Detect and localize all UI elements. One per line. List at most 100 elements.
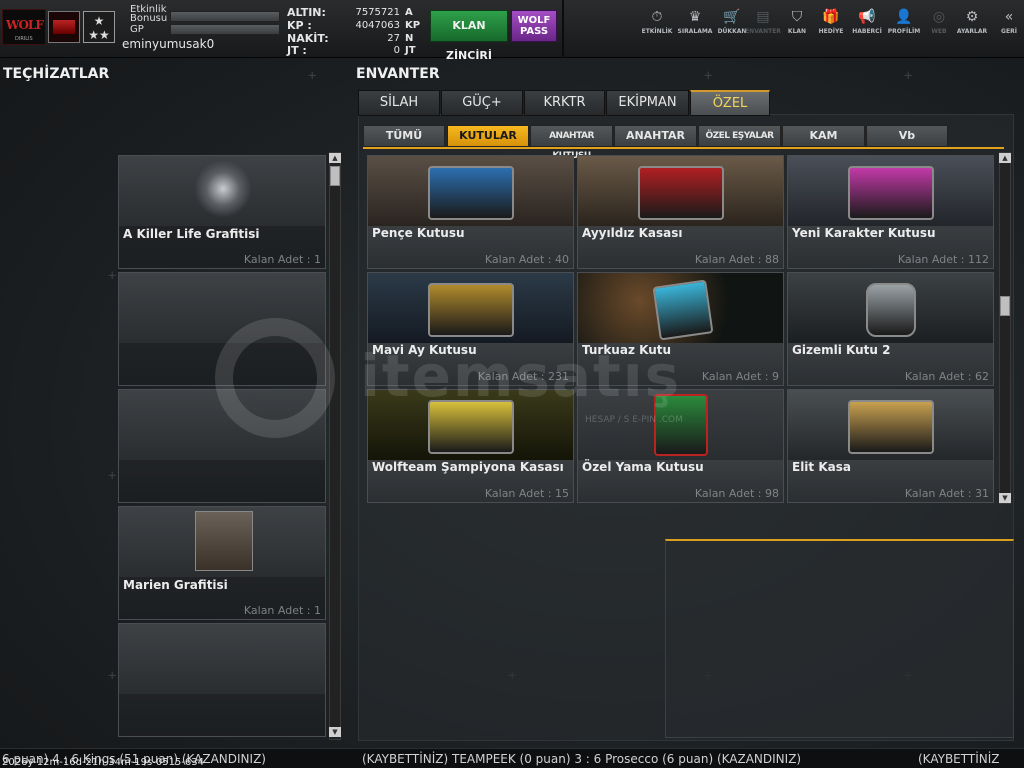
nav-inventory[interactable]: ▤ ENVANTER (744, 8, 782, 35)
nav-profile[interactable]: 👤 PROFİLİM (885, 8, 923, 35)
item-quantity: Kalan Adet : 9 (701, 370, 779, 383)
equipment-scroll-thumb[interactable] (330, 166, 340, 186)
item-name: Ayyıldız Kasası (582, 226, 683, 240)
subtab-2[interactable]: ANAHTAR KUTUSU (530, 125, 613, 161)
nav-label: KLAN (787, 28, 807, 35)
box-image (368, 156, 573, 226)
tab-0[interactable]: SİLAH (358, 90, 440, 116)
item-name: Özel Yama Kutusu (582, 460, 704, 474)
scroll-up-arrow[interactable]: ▲ (329, 153, 341, 163)
clan-chain-label: KLAN ZİNCİRİ (445, 19, 492, 62)
gp-label: GP (130, 24, 144, 35)
inventory-icon: ▤ (756, 9, 770, 25)
nav-label: ETKİNLİK (641, 28, 673, 35)
event-bonus-bar (170, 11, 280, 22)
item-name: Wolfteam Şampiyona Kasası (372, 460, 564, 474)
subtab-0[interactable]: TÜMÜ (363, 125, 445, 147)
equipment-name: Marien Grafitisi (123, 578, 228, 592)
watermark-text: itemsatış (360, 342, 682, 410)
watermark-logo (215, 318, 335, 438)
gear-icon: ⚙ (965, 9, 979, 25)
subtab-underline (363, 147, 1004, 149)
equipment-slot[interactable]: A Killer Life Grafitisi Kalan Adet : 1 (118, 155, 326, 269)
nav-label: GERİ (1001, 28, 1017, 35)
item-quantity: Kalan Adet : 15 (484, 487, 569, 500)
item-quantity: Kalan Adet : 40 (484, 253, 569, 266)
gold-value: 7575721 (355, 7, 400, 18)
subtab-3[interactable]: ANAHTAR (614, 125, 697, 147)
equipment-slot[interactable]: Marien Grafitisi Kalan Adet : 1 (118, 506, 326, 620)
box-image (788, 273, 993, 343)
nav-label: AYARLAR (956, 28, 988, 35)
profile-icon: 👤 (895, 9, 913, 25)
box-image (578, 156, 783, 226)
box-shape (638, 166, 724, 220)
box-shape (652, 279, 714, 341)
nav-gear[interactable]: ⚙ AYARLAR (953, 8, 991, 35)
plus-mark: + (704, 68, 713, 84)
inventory-item-card[interactable]: Ayyıldız Kasası Kalan Adet : 88 (577, 155, 784, 269)
inventory-item-card[interactable]: Pençe Kutusu Kalan Adet : 40 (367, 155, 574, 269)
box-image (788, 390, 993, 460)
jt-value: 0 (393, 45, 400, 56)
nav-label: SIRALAMA (677, 28, 713, 35)
inventory-scroll-thumb[interactable] (1000, 296, 1010, 316)
tab-4[interactable]: ÖZEL (690, 90, 770, 116)
tab-1[interactable]: GÜÇ+ (441, 90, 523, 116)
nav-label: ENVANTER (745, 28, 781, 35)
stars-rank-icon: ★ ★★ (83, 11, 115, 43)
scroll-down-arrow[interactable]: ▼ (329, 727, 341, 737)
box-shape (848, 400, 934, 454)
logo-text: WOLF (6, 18, 44, 32)
clan-emblem[interactable] (48, 11, 80, 43)
subtab-1[interactable]: KUTULAR (447, 125, 529, 147)
kp-label: KP : (287, 19, 312, 32)
ticker-segment: (KAYBETTİNİZ (918, 752, 1000, 766)
subtab-4[interactable]: ÖZEL EŞYALAR (698, 125, 781, 147)
gold-label: ALTIN: (287, 6, 326, 19)
subtab-6[interactable]: Vb (866, 125, 948, 147)
wolf-pass-button[interactable]: WOLF PASS (511, 10, 557, 42)
wolf-pass-label: WOLF PASS (517, 15, 551, 37)
inventory-scroll-down-arrow[interactable]: ▼ (999, 493, 1011, 503)
tab-2[interactable]: KRKTR (524, 90, 605, 116)
box-shape (848, 166, 934, 220)
inventory-item-card[interactable]: Gizemli Kutu 2 Kalan Adet : 62 (787, 272, 994, 386)
nav-megaphone[interactable]: 📢 HABERCİ (848, 8, 886, 35)
nav-shield[interactable]: ⛉ KLAN (778, 8, 816, 35)
equipment-slot[interactable] (118, 623, 326, 737)
inventory-item-card[interactable]: Elit Kasa Kalan Adet : 31 (787, 389, 994, 503)
nav-gift[interactable]: 🎁 HEDİYE (812, 8, 850, 35)
inventory-scroll-up-arrow[interactable]: ▲ (999, 153, 1011, 163)
box-image (578, 273, 783, 343)
clan-chain-button[interactable]: KLAN ZİNCİRİ (430, 10, 508, 62)
equipment-scrollbar[interactable] (329, 152, 341, 740)
cash-value: 27 (387, 33, 400, 44)
box-shape (866, 283, 916, 337)
subtab-5[interactable]: KAM (782, 125, 865, 147)
box-image (368, 273, 573, 343)
item-detail-panel (665, 539, 1014, 738)
nav-back[interactable]: « GERİ (990, 8, 1024, 35)
jt-unit: JT (405, 45, 416, 56)
kp-value: 4047063 (355, 20, 400, 31)
top-bar: WOLF DIRILIS ★ ★★ Etkinlik Bonusu GP emin… (0, 0, 1024, 62)
item-name: Pençe Kutusu (372, 226, 465, 240)
plus-mark: + (308, 68, 317, 84)
plus-mark: + (108, 468, 117, 484)
graffiti-gun-image (191, 160, 255, 224)
item-quantity: Kalan Adet : 98 (694, 487, 779, 500)
inventory-item-card[interactable]: Yeni Karakter Kutusu Kalan Adet : 112 (787, 155, 994, 269)
inventory-scrollbar[interactable] (999, 152, 1011, 504)
item-name: Yeni Karakter Kutusu (792, 226, 936, 240)
medal-icon: ♛ (688, 9, 702, 25)
graffiti-portrait-image (195, 511, 253, 571)
tab-3[interactable]: EKİPMAN (606, 90, 689, 116)
item-name: Elit Kasa (792, 460, 851, 474)
box-image (788, 156, 993, 226)
event-bonus-label-2: Bonusu (130, 13, 168, 24)
nav-label: PROFİLİM (887, 28, 921, 35)
nav-medal[interactable]: ♛ SIRALAMA (676, 8, 714, 35)
stopwatch-icon: ⏱ (651, 9, 663, 25)
nav-stopwatch[interactable]: ⏱ ETKİNLİK (638, 8, 676, 35)
